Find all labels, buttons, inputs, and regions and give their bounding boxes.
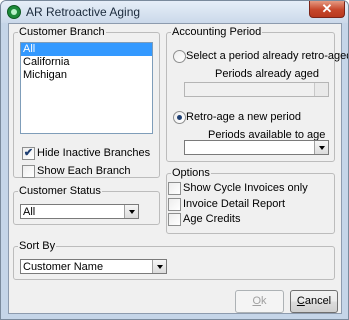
cancel-mnemonic: C [296, 295, 305, 307]
branch-list-item[interactable]: Michigan [21, 69, 152, 82]
show-each-branch-label: Show Each Branch [37, 165, 131, 177]
invoice-detail-report-checkbox[interactable] [168, 198, 181, 211]
sort-by-legend: Sort By [19, 240, 56, 252]
show-cycle-invoices-checkbox[interactable] [168, 182, 181, 195]
dropdown-arrow-button[interactable] [314, 83, 328, 96]
customer-status-dropdown[interactable]: All [20, 204, 139, 219]
show-each-branch-checkbox[interactable] [22, 165, 35, 178]
cancel-label-rest: ancel [304, 295, 332, 307]
ok-label-rest: k [261, 295, 267, 307]
age-credits-checkbox[interactable] [168, 213, 181, 226]
radio-selected-dot [177, 115, 182, 120]
chevron-down-icon [157, 265, 163, 269]
retro-age-new-period-radio[interactable] [173, 111, 186, 124]
periods-already-aged-label: Periods already aged [215, 68, 319, 80]
dropdown-arrow-button[interactable] [124, 205, 138, 218]
chevron-down-icon [129, 210, 135, 214]
customer-branch-legend: Customer Branch [19, 26, 105, 38]
invoice-detail-report-label: Invoice Detail Report [183, 198, 286, 210]
branch-list-item[interactable]: California [21, 56, 152, 69]
customer-status-value: All [23, 206, 36, 218]
dialog-window: AR Retroactive Aging ✕ Customer Branch A… [0, 0, 349, 320]
options-legend: Options [172, 167, 210, 179]
periods-available-dropdown[interactable] [184, 140, 329, 155]
customer-branch-listbox[interactable]: All California Michigan [20, 42, 153, 134]
app-icon [7, 5, 21, 19]
title-bar[interactable]: AR Retroactive Aging ✕ [1, 1, 348, 23]
window-title: AR Retroactive Aging [26, 5, 141, 19]
show-cycle-invoices-label: Show Cycle Invoices only [183, 182, 308, 194]
chevron-down-icon [319, 146, 325, 150]
dialog-client-area: Customer Branch All California Michigan … [8, 23, 348, 314]
dropdown-arrow-button[interactable] [152, 260, 166, 273]
sort-by-dropdown[interactable]: Customer Name [20, 259, 167, 274]
cancel-button[interactable]: Cancel [290, 290, 338, 313]
sort-by-value: Customer Name [23, 261, 104, 273]
select-existing-period-radio[interactable] [173, 50, 186, 63]
hide-inactive-label: Hide Inactive Branches [37, 147, 151, 159]
ok-button[interactable]: Ok [235, 290, 284, 313]
periods-already-aged-dropdown[interactable] [184, 82, 329, 97]
accounting-period-legend: Accounting Period [172, 26, 262, 38]
select-existing-period-label: Select a period already retro-aged [186, 50, 349, 62]
hide-inactive-checkbox[interactable]: ✔ [22, 147, 35, 160]
age-credits-label: Age Credits [183, 213, 241, 225]
branch-list-item[interactable]: All [21, 43, 152, 56]
dropdown-arrow-button[interactable] [314, 141, 328, 154]
customer-status-legend: Customer Status [19, 185, 101, 197]
ok-mnemonic: O [252, 295, 262, 307]
close-button[interactable]: ✕ [309, 1, 345, 18]
retro-age-new-period-label: Retro-age a new period [186, 111, 301, 123]
